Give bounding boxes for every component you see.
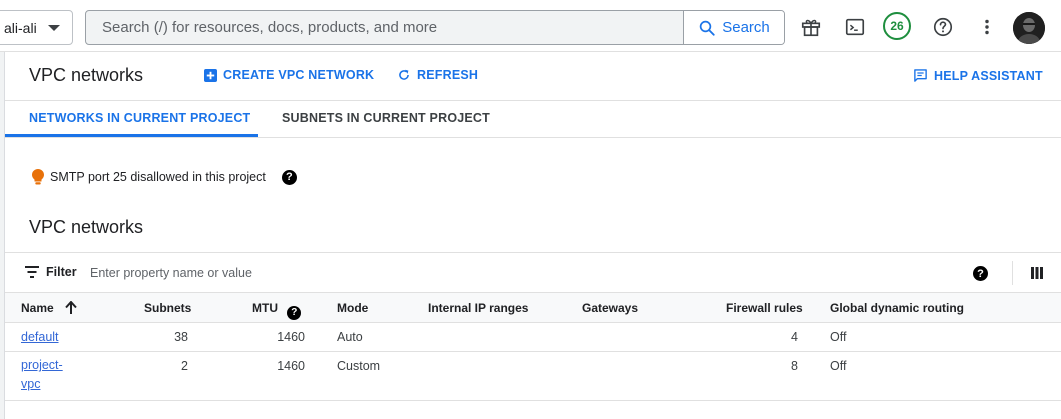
- subnets-cell: 2: [181, 359, 188, 373]
- mode-cell: Custom: [337, 359, 381, 373]
- table-row: project- vpc 2 1460 Custom 8 Off: [5, 352, 1061, 401]
- network-name-line1: project-: [21, 358, 63, 372]
- tab-subnets-in-current-project[interactable]: SUBNETS IN CURRENT PROJECT: [282, 111, 490, 125]
- create-vpc-network-label: CREATE VPC NETWORK: [223, 68, 375, 82]
- search-button-label: Search: [722, 19, 770, 36]
- header-divider: [5, 100, 1061, 101]
- notice-help-icon[interactable]: ?: [281, 169, 297, 185]
- page-title: VPC networks: [29, 65, 144, 85]
- mtu-cell: 1460: [277, 330, 305, 344]
- smtp-notice-text: SMTP port 25 disallowed in this project: [50, 170, 266, 184]
- help-assistant-button[interactable]: HELP ASSISTANT: [913, 68, 1043, 83]
- filter-help-icon[interactable]: ?: [973, 266, 988, 281]
- mode-cell: Auto: [337, 330, 363, 344]
- column-header-mtu-label: MTU: [252, 301, 278, 315]
- toolbar-divider: [1012, 261, 1013, 285]
- subnets-cell: 38: [174, 330, 188, 344]
- chat-assistant-icon: [914, 69, 927, 82]
- help-assistant-label: HELP ASSISTANT: [934, 68, 1043, 83]
- help-button[interactable]: [929, 13, 957, 41]
- filter-input[interactable]: [88, 261, 692, 285]
- search-bar[interactable]: Search (/) for resources, docs, products…: [85, 10, 785, 45]
- gift-icon: [801, 19, 821, 37]
- create-vpc-network-button[interactable]: CREATE VPC NETWORK: [204, 68, 374, 82]
- top-bar: ali-ali Search (/) for resources, docs, …: [0, 0, 1061, 52]
- filter-button[interactable]: Filter: [25, 265, 77, 279]
- section-title: VPC networks: [29, 217, 144, 237]
- avatar[interactable]: [1013, 12, 1045, 44]
- filter-label: Filter: [46, 265, 77, 279]
- project-picker[interactable]: ali-ali: [0, 10, 73, 45]
- mtu-cell: 1460: [277, 359, 305, 373]
- column-header-name[interactable]: Name: [21, 300, 77, 315]
- column-header-internal-ip-ranges[interactable]: Internal IP ranges: [428, 301, 528, 315]
- search-input[interactable]: Search (/) for resources, docs, products…: [86, 19, 683, 36]
- notifications-badge[interactable]: 26: [883, 12, 911, 40]
- network-name-link[interactable]: project- vpc: [21, 356, 63, 394]
- filter-list-icon: [25, 266, 39, 278]
- column-header-mtu[interactable]: MTU ?: [252, 301, 302, 320]
- filter-bar: Filter ?: [5, 252, 1061, 293]
- mtu-help-icon[interactable]: ?: [287, 305, 302, 320]
- refresh-button[interactable]: REFRESH: [397, 68, 478, 82]
- global-dynamic-routing-cell: Off: [830, 359, 847, 373]
- column-header-mode[interactable]: Mode: [337, 301, 368, 315]
- global-dynamic-routing-cell: Off: [830, 330, 847, 344]
- firewall-rules-cell: 4: [791, 330, 798, 344]
- cloud-shell-button[interactable]: [841, 13, 869, 41]
- network-name-link[interactable]: default: [21, 328, 59, 347]
- table-row: default 38 1460 Auto 4 Off: [5, 323, 1061, 352]
- project-name: ali-ali: [4, 19, 37, 36]
- sort-arrow-up-icon: [65, 300, 77, 314]
- column-header-subnets[interactable]: Subnets: [144, 301, 191, 315]
- firewall-rules-cell: 8: [791, 359, 798, 373]
- search-button[interactable]: Search: [683, 11, 784, 44]
- network-name-line2: vpc: [21, 377, 41, 391]
- help-circle-icon: [933, 17, 953, 37]
- gift-button[interactable]: [797, 13, 825, 41]
- more-vert-icon: [985, 19, 989, 35]
- lightbulb-icon: [32, 169, 44, 185]
- column-header-name-label: Name: [21, 301, 54, 315]
- table-header: Name Subnets MTU ? Mode Internal IP rang…: [5, 293, 1061, 323]
- search-icon: [699, 20, 715, 36]
- column-header-firewall-rules[interactable]: Firewall rules: [726, 301, 803, 315]
- add-box-icon: [204, 68, 217, 82]
- refresh-label: REFRESH: [417, 68, 479, 82]
- tabs-divider: [5, 137, 1061, 138]
- terminal-icon: [845, 18, 865, 36]
- more-options-button[interactable]: [973, 13, 1001, 41]
- smtp-notice: SMTP port 25 disallowed in this project …: [32, 169, 297, 185]
- tab-networks-in-current-project[interactable]: NETWORKS IN CURRENT PROJECT: [29, 111, 250, 125]
- column-header-gateways[interactable]: Gateways: [582, 301, 638, 315]
- dropdown-caret-icon: [48, 25, 60, 31]
- user-avatar-icon: [1013, 12, 1045, 44]
- refresh-icon: [399, 69, 409, 80]
- column-header-global-dynamic-routing[interactable]: Global dynamic routing: [830, 301, 964, 315]
- column-display-icon[interactable]: [1031, 267, 1043, 279]
